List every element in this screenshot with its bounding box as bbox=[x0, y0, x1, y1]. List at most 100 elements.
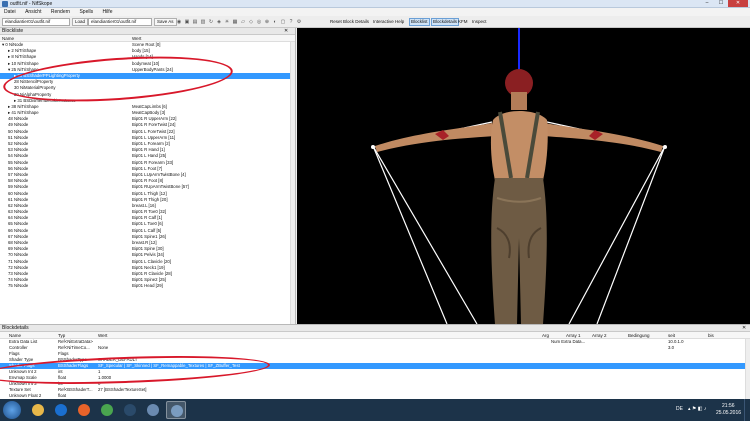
expand-icon[interactable]: ▸ bbox=[8, 110, 10, 115]
blockdetails-toggle[interactable]: Blockdetails bbox=[431, 18, 460, 26]
block-list-columns: Name Wert bbox=[0, 35, 295, 42]
rotate-icon[interactable]: ↻ bbox=[208, 19, 214, 25]
column-arg[interactable]: Arg bbox=[542, 332, 549, 339]
language-indicator[interactable]: DE bbox=[676, 406, 683, 412]
expand-icon[interactable]: ▸ bbox=[8, 61, 10, 66]
nodes-icon[interactable]: ◇ bbox=[248, 19, 254, 25]
minimize-button[interactable]: – bbox=[700, 0, 714, 7]
help-icon[interactable]: ? bbox=[288, 19, 294, 25]
block-details-columns: Name Typ Wert Arg Array 1 Array 2 Beding… bbox=[0, 332, 750, 339]
steam-icon[interactable] bbox=[120, 401, 140, 419]
collision-icon[interactable]: ◎ bbox=[256, 19, 262, 25]
left-arm bbox=[375, 123, 495, 152]
path-field-2[interactable]: elandiantier01\outfit.nif bbox=[88, 18, 152, 26]
taskbar: DE ▴ ⚑ ◧ ♪ 21:56 25.05.2016 bbox=[0, 399, 750, 421]
column-array2[interactable]: Array 2 bbox=[592, 332, 607, 339]
model-render bbox=[371, 28, 667, 324]
blocklist-toggle[interactable]: Blocklist bbox=[409, 18, 430, 26]
block-list-title: Blockliste bbox=[2, 28, 24, 34]
menu-rendern[interactable]: Rendern bbox=[47, 8, 74, 16]
close-icon[interactable]: ✕ bbox=[284, 28, 288, 35]
column-type[interactable]: Typ bbox=[58, 332, 65, 339]
block-details-title: Blockdetails bbox=[2, 325, 29, 331]
interactive-help-toggle[interactable]: Interactive Help bbox=[373, 18, 404, 26]
torso bbox=[490, 111, 548, 188]
chrome-icon[interactable] bbox=[97, 401, 117, 419]
lighting-icon[interactable]: ☀ bbox=[224, 19, 230, 25]
close-icon[interactable]: ✕ bbox=[742, 325, 746, 332]
steam-icon-glyph bbox=[124, 404, 136, 416]
title-bar: outfit.nif - NifSkope – ☐ ✕ bbox=[0, 0, 750, 8]
view-side-icon[interactable]: ▥ bbox=[200, 19, 206, 25]
tree-row-name: 75 NiNode bbox=[8, 283, 29, 289]
expand-icon[interactable]: ▸ bbox=[14, 73, 16, 78]
maximize-button[interactable]: ☐ bbox=[714, 0, 728, 7]
settings-icon[interactable]: ⚙ bbox=[296, 19, 302, 25]
inspect-toggle[interactable]: Inspect bbox=[472, 18, 487, 26]
start-button[interactable] bbox=[3, 401, 21, 419]
column-name[interactable]: Name bbox=[9, 332, 21, 339]
tree-row[interactable]: 75 NiNode Bip01 Head [29] bbox=[0, 283, 295, 289]
show-desktop-button[interactable] bbox=[744, 399, 750, 421]
column-condition[interactable]: Bedingung bbox=[628, 332, 650, 339]
path-field-1[interactable]: elandiantier01\outfit.nif bbox=[2, 18, 70, 26]
save-as-button[interactable]: Save As bbox=[154, 18, 177, 26]
right-hand-node bbox=[663, 145, 667, 149]
block-list-panel: Blockliste ✕ Name Wert ▾ 0 NiNode Scene R… bbox=[0, 28, 296, 324]
explorer-icon[interactable] bbox=[28, 401, 48, 419]
tree-row-value: Bip01 Head [29] bbox=[132, 283, 163, 289]
media-player-icon-glyph bbox=[55, 404, 67, 416]
reset-block-details-toggle[interactable]: Reset Block Details bbox=[330, 18, 369, 26]
column-name[interactable]: Name bbox=[2, 35, 14, 42]
menu-bar: Datei Ansicht Rendern Spells Hilfe bbox=[0, 8, 750, 16]
block-list-scrollbar[interactable] bbox=[290, 42, 295, 324]
nifskope-icon[interactable] bbox=[166, 401, 186, 419]
tray-icons[interactable]: ▴ ⚑ ◧ ♪ bbox=[688, 406, 706, 412]
app-icon-glyph bbox=[147, 404, 159, 416]
column-since[interactable]: seit bbox=[668, 332, 675, 339]
close-button[interactable]: ✕ bbox=[728, 0, 748, 7]
texture-icon[interactable]: ▦ bbox=[232, 19, 238, 25]
perspective-icon[interactable]: ◈ bbox=[216, 19, 222, 25]
column-value[interactable]: Wert bbox=[98, 332, 107, 339]
column-until[interactable]: bis bbox=[708, 332, 714, 339]
render-viewport[interactable] bbox=[297, 28, 750, 324]
view-top-icon[interactable]: ▣ bbox=[184, 19, 190, 25]
wireframe-icon[interactable]: ▱ bbox=[240, 19, 246, 25]
view-front-icon[interactable]: ▤ bbox=[192, 19, 198, 25]
app-icon[interactable] bbox=[143, 401, 163, 419]
expand-icon[interactable]: ▾ bbox=[8, 67, 10, 72]
expand-icon[interactable]: ▸ bbox=[8, 104, 10, 109]
toolbar: elandiantier01\outfit.nif Load elandiant… bbox=[0, 16, 750, 28]
firefox-icon-glyph bbox=[78, 404, 90, 416]
camera-icon[interactable]: ◉ bbox=[176, 19, 182, 25]
left-hand-node bbox=[371, 145, 375, 149]
expand-icon[interactable]: ▸ bbox=[8, 48, 10, 53]
block-details-scrollbar[interactable] bbox=[745, 339, 750, 399]
column-array1[interactable]: Array 1 bbox=[566, 332, 581, 339]
nifskope-icon-glyph bbox=[171, 405, 183, 417]
expand-icon[interactable]: ▸ bbox=[8, 54, 10, 59]
block-list-tree: ▾ 0 NiNode Scene Root [0] ▸ 2 NiTriShape bo… bbox=[0, 42, 295, 290]
menu-spells[interactable]: Spells bbox=[75, 8, 97, 16]
firefox-icon[interactable] bbox=[74, 401, 94, 419]
block-details-header: Blockdetails ✕ bbox=[0, 325, 750, 332]
hidden-icon[interactable]: ▢ bbox=[280, 19, 286, 25]
media-player-icon[interactable] bbox=[51, 401, 71, 419]
menu-datei[interactable]: Datei bbox=[0, 8, 20, 16]
window-title: outfit.nif - NifSkope bbox=[10, 1, 53, 7]
menu-ansicht[interactable]: Ansicht bbox=[21, 8, 45, 16]
shader-icon[interactable]: ◐ bbox=[272, 19, 278, 25]
kfm-toggle[interactable]: KFM bbox=[458, 18, 468, 26]
menu-hilfe[interactable]: Hilfe bbox=[98, 8, 116, 16]
clock-date[interactable]: 25.05.2016 bbox=[716, 410, 741, 416]
expand-icon[interactable]: ▾ bbox=[2, 42, 4, 47]
load-button[interactable]: Load bbox=[72, 18, 89, 26]
column-value[interactable]: Wert bbox=[132, 35, 141, 42]
constraint-icon[interactable]: ⊕ bbox=[264, 19, 270, 25]
clock-time[interactable]: 21:56 bbox=[722, 403, 735, 409]
app-icon bbox=[2, 1, 8, 7]
neck bbox=[511, 92, 527, 110]
chrome-icon-glyph bbox=[101, 404, 113, 416]
expand-icon[interactable]: ▸ bbox=[14, 98, 16, 103]
